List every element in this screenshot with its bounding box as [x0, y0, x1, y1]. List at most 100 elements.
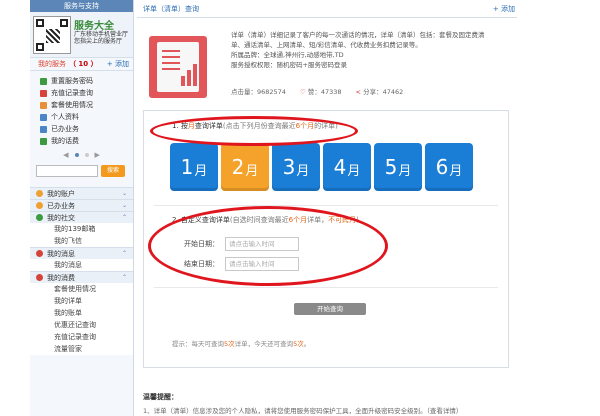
- sidebar: 服务与支持 服务大全 广东移动手机营业厅 您指尖上的服务厅 我的服务（ 10 ）…: [30, 0, 134, 416]
- category-label: 我的账户: [47, 189, 75, 198]
- sidebar-search: 搜索: [30, 161, 133, 181]
- service-item[interactable]: 我的话费: [40, 135, 133, 147]
- end-date-row: 结束日期： 请点击输入时间: [184, 257, 299, 271]
- service-item[interactable]: 套餐使用情况: [40, 99, 133, 111]
- month-button-2[interactable]: 2月: [221, 143, 269, 191]
- main-content: 详单（清单）查询 + 添加 详单（清单）详细记录了客户的每一次通话的情况，详单（…: [137, 0, 517, 416]
- social-icon: [36, 214, 43, 221]
- share-button[interactable]: < 分享：47462: [356, 86, 404, 96]
- my-services-title: 我的服务: [38, 60, 66, 68]
- start-date-label: 开始日期：: [184, 240, 219, 248]
- category-social[interactable]: 我的社交 ⌃: [30, 211, 133, 223]
- service-item[interactable]: 个人资料: [40, 111, 133, 123]
- sidebar-title: 服务与支持: [30, 0, 133, 12]
- service-list: 重置服务密码 充值记录查询 套餐使用情况 个人资料 已办业务 我的话费: [30, 71, 133, 149]
- service-icon: [40, 101, 47, 109]
- my-services-count: （ 10 ）: [69, 60, 98, 68]
- service-stats: 点击量：9682574 ♡ 赞：47338 < 分享：47462: [231, 86, 403, 96]
- category-business[interactable]: 已办业务 ⌄: [30, 199, 133, 211]
- page-title: 详单（清单）查询: [143, 4, 199, 13]
- sidebar-sub-item[interactable]: 充值记录查询: [30, 331, 133, 343]
- category-my-account[interactable]: 我的账户 ⌄: [30, 187, 133, 199]
- end-date-label: 结束日期：: [184, 260, 219, 268]
- add-to-services-link[interactable]: + 添加: [493, 4, 515, 14]
- sidebar-search-input[interactable]: [36, 165, 98, 177]
- sidebar-sub-item[interactable]: 我的账单: [30, 307, 133, 319]
- sidebar-sub-item[interactable]: 流量管家: [30, 343, 133, 355]
- service-label: 个人资料: [51, 113, 79, 121]
- click-count: 点击量：9682574: [231, 88, 286, 96]
- sidebar-sub-item[interactable]: 我的详单: [30, 295, 133, 307]
- service-icon: [40, 137, 47, 145]
- step2-title: 2. 自定义查询详单(自选时间查询最近6个月详单，不可跨月): [172, 216, 359, 224]
- step1-title: 1. 按月查询详单(点击下列月份查询最近6个月的详单): [172, 122, 338, 130]
- start-date-input[interactable]: 请点击输入时间: [225, 237, 299, 251]
- service-label: 我的话费: [51, 137, 79, 145]
- qr-banner[interactable]: 服务大全 广东移动手机营业厅 您指尖上的服务厅: [30, 12, 133, 58]
- start-query-button[interactable]: 开始查询: [294, 303, 366, 315]
- category-label: 我的消息: [47, 249, 75, 258]
- share-icon: <: [355, 88, 361, 96]
- service-label: 套餐使用情况: [51, 101, 93, 109]
- service-intro: 详单（清单）详细记录了客户的每一次通话的情况，详单（清单）包括：套餐及固定费清 …: [143, 30, 513, 100]
- heart-icon: ♡: [299, 88, 306, 96]
- chevron-up-icon: ⌃: [121, 273, 127, 281]
- category-consumption[interactable]: 我的消费 ⌃: [30, 271, 133, 283]
- month-button-4[interactable]: 4月: [323, 143, 371, 191]
- consumption-icon: [36, 274, 43, 281]
- business-icon: [36, 202, 43, 209]
- sidebar-sub-item[interactable]: 我的139邮箱: [30, 223, 133, 235]
- pager-prev-icon[interactable]: ◀: [63, 151, 68, 159]
- my-services-header: 我的服务（ 10 ） + 添加: [30, 58, 133, 71]
- month-button-3[interactable]: 3月: [272, 143, 320, 191]
- month-button-5[interactable]: 5月: [374, 143, 422, 191]
- service-label: 充值记录查询: [51, 89, 93, 97]
- sidebar-sub-item[interactable]: 我的消息: [30, 259, 133, 271]
- service-icon: [40, 125, 47, 133]
- sidebar-sub-item[interactable]: 套餐使用情况: [30, 283, 133, 295]
- category-messages[interactable]: 我的消息 ⌃: [30, 247, 133, 259]
- message-icon: [36, 250, 43, 257]
- pager-dot[interactable]: [74, 153, 79, 157]
- end-date-input[interactable]: 请点击输入时间: [225, 257, 299, 271]
- start-date-row: 开始日期： 请点击输入时间: [184, 237, 299, 251]
- service-item[interactable]: 重置服务密码: [40, 75, 133, 87]
- query-panel: 1. 按月查询详单(点击下列月份查询最近6个月的详单) 1月2月3月4月5月6月…: [143, 110, 509, 368]
- service-item[interactable]: 充值记录查询: [40, 87, 133, 99]
- service-pager: ◀ ▶: [30, 149, 133, 161]
- chevron-down-icon: ⌄: [121, 189, 127, 197]
- pager-next-icon[interactable]: ▶: [95, 151, 100, 159]
- service-label: 重置服务密码: [51, 77, 93, 85]
- month-button-6[interactable]: 6月: [425, 143, 473, 191]
- service-description: 详单（清单）详细记录了客户的每一次通话的情况，详单（清单）包括：套餐及固定费清 …: [231, 31, 485, 69]
- service-icon: [40, 113, 47, 121]
- main-header: 详单（清单）查询 + 添加: [137, 0, 517, 18]
- service-item[interactable]: 已办业务: [40, 123, 133, 135]
- statement-document-icon: [149, 36, 207, 98]
- notice-title: 温馨提醒：: [143, 393, 178, 401]
- category-label: 我的消费: [47, 273, 75, 282]
- service-icon: [40, 77, 47, 85]
- category-label: 我的社交: [47, 213, 75, 222]
- sidebar-sub-item[interactable]: 我的飞信: [30, 235, 133, 247]
- qr-title: 服务大全: [74, 21, 114, 32]
- month-button-1[interactable]: 1月: [170, 143, 218, 191]
- divider: [154, 205, 498, 206]
- pager-dot[interactable]: [84, 153, 89, 157]
- sidebar-sub-item[interactable]: 优惠还记查询: [30, 319, 133, 331]
- like-button[interactable]: ♡ 赞：47338: [300, 86, 342, 96]
- notice-section: 温馨提醒： 1、详单（清单）信息涉及您的个人隐私，请将您使用服务密码保护工具，全…: [143, 392, 513, 415]
- chevron-up-icon: ⌃: [121, 249, 127, 257]
- chevron-down-icon: ⌄: [121, 201, 127, 209]
- service-label: 已办业务: [51, 125, 79, 133]
- service-icon: [40, 89, 47, 97]
- add-service-link[interactable]: + 添加: [107, 58, 129, 71]
- divider: [154, 287, 498, 288]
- category-label: 已办业务: [47, 201, 75, 210]
- qr-code-icon: [33, 16, 71, 54]
- qr-subtitle: 广东移动手机营业厅 您指尖上的服务厅: [74, 31, 129, 45]
- chevron-up-icon: ⌃: [121, 213, 127, 221]
- month-buttons: 1月2月3月4月5月6月: [170, 143, 473, 191]
- query-limit-tip: 提示：每天可查询5次详单，今天还可查询5次。: [172, 340, 311, 348]
- sidebar-search-button[interactable]: 搜索: [101, 165, 125, 177]
